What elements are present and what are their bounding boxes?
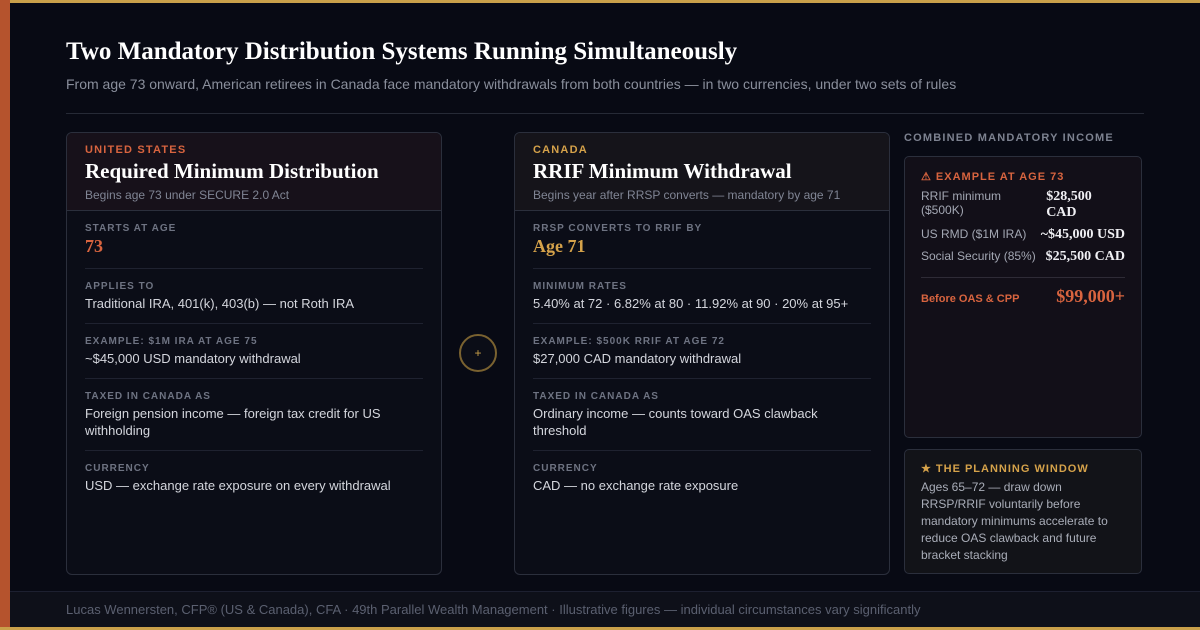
row-value: 5.40% at 72 · 6.82% at 80 · 11.92% at 90… [533, 296, 849, 311]
example-divider [921, 277, 1125, 278]
canada-card-title: RRIF Minimum Withdrawal [533, 159, 792, 183]
us-country-label: UNITED STATES [85, 144, 187, 156]
us-card-title: Required Minimum Distribution [85, 159, 379, 183]
example-line-social-security: Social Security (85%) $25,500 CAD [921, 249, 1125, 265]
row-label: MINIMUM RATES [533, 281, 627, 292]
plus-connector-icon: + [459, 334, 497, 372]
row-label: RRSP CONVERTS TO RRIF BY [533, 223, 703, 234]
row-value: Age 71 [533, 236, 586, 256]
us-rmd-card: UNITED STATES Required Minimum Distribut… [66, 132, 442, 575]
us-row-taxed-as: TAXED IN CANADA AS Foreign pension incom… [85, 379, 423, 451]
row-value: 73 [85, 236, 103, 256]
row-value: Ordinary income — counts toward OAS claw… [533, 406, 818, 438]
canada-row-minimum-rates: MINIMUM RATES 5.40% at 72 · 6.82% at 80 … [533, 269, 871, 324]
planning-body: Ages 65–72 — draw down RRSP/RRIF volunta… [921, 480, 1108, 562]
row-value: CAD — no exchange rate exposure [533, 478, 739, 493]
row-label: TAXED IN CANADA AS [85, 391, 211, 402]
line-label: Social Security (85%) [921, 249, 1036, 263]
canada-detail-list: RRSP CONVERTS TO RRIF BY Age 71 MINIMUM … [515, 211, 889, 505]
canada-rrif-card: CANADA RRIF Minimum Withdrawal Begins ye… [514, 132, 890, 575]
page-subtitle: From age 73 onward, American retirees in… [66, 76, 957, 92]
canada-row-example: EXAMPLE: $500K RRIF AT AGE 72 $27,000 CA… [533, 324, 871, 379]
row-label: STARTS AT AGE [85, 223, 177, 234]
example-heading: ⚠ EXAMPLE AT AGE 73 [921, 171, 1065, 183]
row-label: EXAMPLE: $1M IRA AT AGE 75 [85, 336, 258, 347]
us-detail-list: STARTS AT AGE 73 APPLIES TO Traditional … [67, 211, 441, 505]
us-row-starts-at-age: STARTS AT AGE 73 [85, 211, 423, 269]
example-line-us-rmd: US RMD ($1M IRA) ~$45,000 USD [921, 227, 1125, 243]
example-line-rrif: RRIF minimum ($500K) $28,500 CAD [921, 189, 1125, 221]
row-label: EXAMPLE: $500K RRIF AT AGE 72 [533, 336, 725, 347]
canada-card-header: CANADA RRIF Minimum Withdrawal Begins ye… [515, 133, 889, 211]
row-label: CURRENCY [533, 463, 598, 474]
row-value: Foreign pension income — foreign tax cre… [85, 406, 381, 438]
row-label: APPLIES TO [85, 281, 155, 292]
total-label: Before OAS & CPP [921, 293, 1020, 305]
line-value: $25,500 CAD [1045, 249, 1125, 264]
us-row-applies-to: APPLIES TO Traditional IRA, 401(k), 403(… [85, 269, 423, 324]
us-card-header: UNITED STATES Required Minimum Distribut… [67, 133, 441, 211]
line-label: RRIF minimum ($500K) [921, 189, 1001, 217]
line-value: ~$45,000 USD [1040, 227, 1125, 242]
total-value: $99,000+ [1056, 286, 1125, 306]
row-value: $27,000 CAD mandatory withdrawal [533, 351, 742, 366]
canada-country-label: CANADA [533, 144, 588, 156]
canada-row-currency: CURRENCY CAD — no exchange rate exposure [533, 451, 871, 505]
planning-window-card: ★ THE PLANNING WINDOW Ages 65–72 — draw … [904, 449, 1142, 574]
canada-card-subtitle: Begins year after RRSP converts — mandat… [533, 188, 841, 202]
canada-row-converts-by: RRSP CONVERTS TO RRIF BY Age 71 [533, 211, 871, 269]
example-total: Before OAS & CPP $99,000+ [921, 286, 1125, 307]
us-card-subtitle: Begins age 73 under SECURE 2.0 Act [85, 188, 290, 202]
canada-row-taxed-as: TAXED IN CANADA AS Ordinary income — cou… [533, 379, 871, 451]
row-value: Traditional IRA, 401(k), 403(b) — not Ro… [85, 296, 355, 311]
line-value: $28,500 CAD [1046, 189, 1092, 220]
planning-heading: ★ THE PLANNING WINDOW [921, 463, 1089, 475]
row-label: CURRENCY [85, 463, 150, 474]
header-divider [66, 113, 1144, 114]
combined-income-heading: COMBINED MANDATORY INCOME [904, 132, 1114, 144]
row-value: ~$45,000 USD mandatory withdrawal [85, 351, 301, 366]
row-value: USD — exchange rate exposure on every wi… [85, 478, 391, 493]
footer-credits: Lucas Wennersten, CFP® (US & Canada), CF… [10, 591, 1200, 627]
us-row-example: EXAMPLE: $1M IRA AT AGE 75 ~$45,000 USD … [85, 324, 423, 379]
left-accent-bar [0, 0, 10, 630]
line-label: US RMD ($1M IRA) [921, 227, 1027, 241]
us-row-currency: CURRENCY USD — exchange rate exposure on… [85, 451, 423, 505]
example-at-age-73-card: ⚠ EXAMPLE AT AGE 73 RRIF minimum ($500K)… [904, 156, 1142, 438]
page-title: Two Mandatory Distribution Systems Runni… [66, 38, 738, 65]
row-label: TAXED IN CANADA AS [533, 391, 659, 402]
top-accent-bar [0, 0, 1200, 3]
